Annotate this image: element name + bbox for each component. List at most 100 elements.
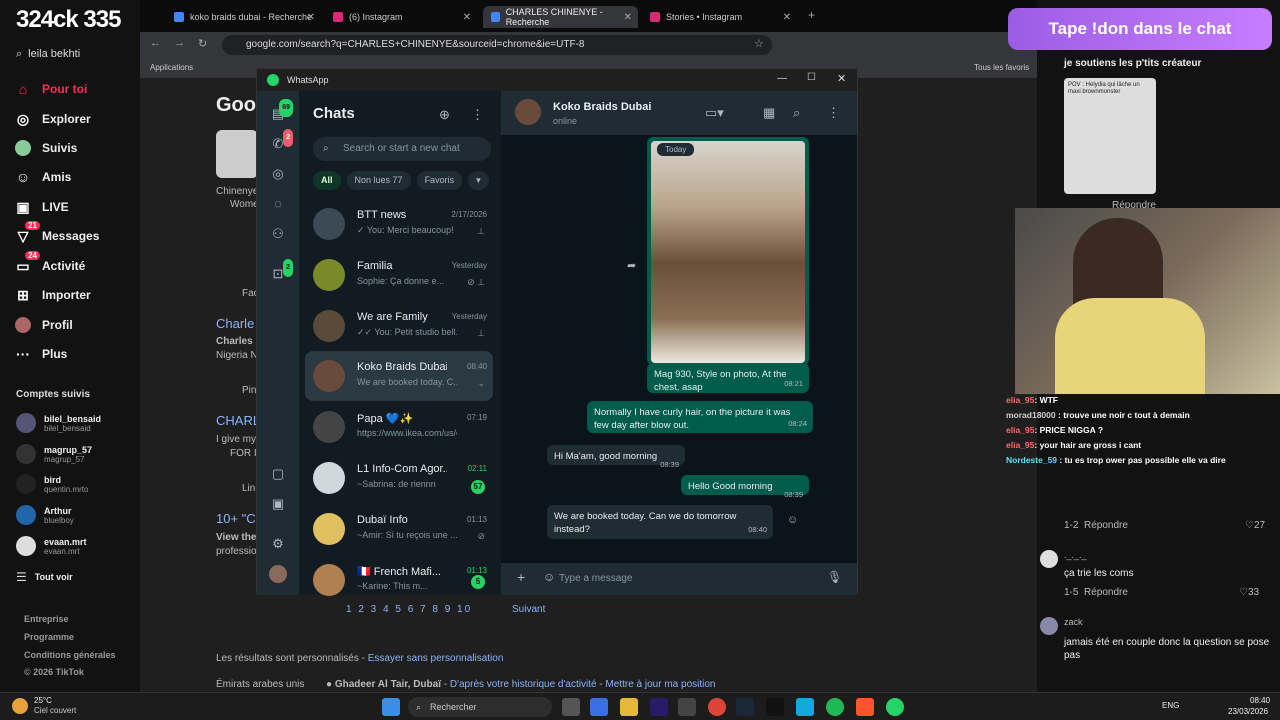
filter-all[interactable]: All: [313, 171, 341, 190]
clock-time[interactable]: 08:40: [1250, 696, 1270, 705]
star-icon[interactable]: ☆: [754, 37, 764, 50]
message-bubble-out[interactable]: Mag 930, Style on photo, At the chest, a…: [647, 363, 809, 393]
filter-unread[interactable]: Non lues 77: [346, 171, 411, 190]
media-icon[interactable]: ▣: [269, 495, 287, 513]
footer-link[interactable]: Programme: [24, 632, 74, 642]
chat-item-selected[interactable]: Koko Braids Dubai We are booked today. C…: [305, 351, 493, 401]
filter-favorites[interactable]: Favoris: [416, 171, 463, 190]
github-icon[interactable]: [678, 698, 696, 716]
settings-icon[interactable]: ⚙: [269, 535, 287, 553]
close-icon[interactable]: ✕: [837, 72, 846, 85]
nav-profil[interactable]: Profil: [14, 316, 138, 334]
photo[interactable]: [651, 141, 805, 363]
tab-stories[interactable]: Stories • Instagram ✕: [642, 6, 797, 28]
emoji-react-icon[interactable]: ☺: [787, 514, 798, 526]
nav-live[interactable]: ▣ LIVE: [14, 198, 138, 216]
weather-desc[interactable]: Ciel couvert: [34, 706, 76, 715]
followed-account[interactable]: bird quentin.mrto: [16, 474, 88, 494]
forward-icon[interactable]: ➦: [627, 259, 636, 272]
chat-item[interactable]: L1 Info-Com Agor... ~Sabrina: de riennn …: [305, 453, 493, 503]
file-explorer-icon[interactable]: [620, 698, 638, 716]
footer-link[interactable]: Entreprise: [24, 614, 69, 624]
chat-item[interactable]: 🇫🇷 French Mafi... ~Karine: This m... 01:…: [305, 555, 493, 605]
followed-account[interactable]: magrup_57 magrup_57: [16, 444, 92, 464]
copilot-icon[interactable]: [590, 698, 608, 716]
message-bubble-in[interactable]: We are booked today. Can we do tomorrow …: [547, 505, 773, 539]
task-view-icon[interactable]: [562, 698, 580, 716]
result-link[interactable]: Charle: [216, 316, 254, 331]
nav-amis[interactable]: ☺ Amis: [14, 168, 138, 186]
forward-icon[interactable]: →: [174, 37, 185, 49]
nav-activite[interactable]: ▭ 24 Activité: [14, 251, 138, 275]
premiere-icon[interactable]: [650, 698, 668, 716]
tab-koko-braids[interactable]: koko braids dubai - Recherche ✕: [166, 6, 321, 28]
tiktok-search[interactable]: ⌕ leila bekhti: [8, 42, 136, 66]
close-icon[interactable]: ✕: [463, 12, 471, 23]
channels-icon[interactable]: ◌: [269, 195, 287, 213]
chrome-icon[interactable]: [708, 698, 726, 716]
nav-suivis[interactable]: Suivis: [14, 139, 138, 157]
language-indicator[interactable]: ENG: [1162, 701, 1179, 710]
chat-item[interactable]: Papa 💙✨ https://www.ikea.com/us/e... 07:…: [305, 402, 493, 452]
page-numbers[interactable]: 1 2 3 4 5 6 7 8 9 10: [346, 604, 472, 615]
mic-icon[interactable]: 🎙: [827, 570, 842, 584]
conversation-header[interactable]: Koko Braids Dubai online ▭▾ ▦ ⌕ ⋮: [501, 91, 857, 135]
start-icon[interactable]: [382, 698, 400, 716]
message-input[interactable]: Type a message: [541, 567, 821, 591]
clock-date[interactable]: 23/03/2026: [1228, 707, 1268, 716]
result-thumbnail[interactable]: [216, 130, 258, 178]
avatar[interactable]: [1040, 550, 1058, 568]
chat-item[interactable]: Familia Sophie: Ça donne e... Yesterday …: [305, 250, 493, 300]
chat-search-input[interactable]: ⌕ Search or start a new chat: [313, 137, 491, 161]
maximize-icon[interactable]: ☐: [807, 72, 816, 83]
profile-avatar[interactable]: [269, 565, 287, 583]
status-icon[interactable]: ◎: [269, 165, 287, 183]
followed-account[interactable]: Arthur bluelboy: [16, 505, 74, 525]
tiktok-icon[interactable]: [766, 698, 784, 716]
address-bar[interactable]: google.com/search?q=CHARLES+CHINENYE&sou…: [222, 35, 772, 55]
menu-icon[interactable]: ⋮: [827, 105, 840, 121]
bookmark-all[interactable]: Tous les favoris: [974, 63, 1029, 72]
chat-item[interactable]: BTT news ✓ You: Merci beaucoup! 2/17/202…: [305, 199, 493, 249]
steam-icon[interactable]: [736, 698, 754, 716]
followed-account[interactable]: evaan.mrt evaan.mrt: [16, 536, 87, 556]
location-note[interactable]: D'après votre historique d'activité: [450, 679, 597, 690]
like-count[interactable]: ♡27: [1245, 520, 1265, 531]
taskbar-search[interactable]: ⌕ Rechercher: [408, 697, 552, 717]
chevron-down-icon[interactable]: ⌄: [477, 378, 485, 389]
menu-icon[interactable]: ⋮: [471, 107, 484, 123]
nav-explorer[interactable]: ◎ Explorer: [14, 110, 138, 128]
close-icon[interactable]: ✕: [783, 12, 791, 23]
reply-button[interactable]: Répondre: [1084, 587, 1128, 598]
result-link[interactable]: 10+ "C: [216, 511, 256, 526]
minimize-icon[interactable]: —: [777, 73, 787, 84]
reply-button[interactable]: Répondre: [1084, 520, 1128, 531]
update-location-link[interactable]: Mettre à jour ma position: [605, 679, 715, 690]
weather-temp[interactable]: 25°C: [34, 696, 52, 705]
bookmark-apps[interactable]: Applications: [150, 63, 193, 72]
followed-account[interactable]: bilel_bensaid bilel_bensaid: [16, 413, 101, 433]
chat-item[interactable]: We are Family ✓✓ You: Petit studio bell.…: [305, 301, 493, 351]
try-without-link[interactable]: Essayer sans personnalisation: [368, 653, 504, 664]
nav-importer[interactable]: ⊞ Importer: [14, 286, 138, 304]
search-icon[interactable]: ⌕: [793, 105, 800, 121]
contact-avatar[interactable]: [515, 99, 541, 125]
attach-icon[interactable]: +: [517, 569, 525, 585]
result-link[interactable]: CHARL: [216, 413, 260, 428]
image-message[interactable]: Today: [647, 137, 809, 365]
chats-icon[interactable]: ▤ 69: [269, 99, 293, 123]
message-bubble-out[interactable]: Hello Good morning 08:39: [681, 475, 809, 499]
next-page-link[interactable]: Suivant: [512, 604, 545, 615]
message-bubble-in[interactable]: Hi Ma'am, good morning 08:39: [547, 445, 685, 469]
like-count[interactable]: ♡33: [1239, 587, 1259, 598]
new-tab-button[interactable]: +: [808, 8, 815, 22]
video-thumbnail[interactable]: POV : Helydia qui lâche un maxi brownmon…: [1064, 78, 1156, 194]
app-icon[interactable]: [796, 698, 814, 716]
filter-dropdown-icon[interactable]: ▾: [468, 171, 489, 190]
shop-icon[interactable]: ▦: [763, 105, 775, 121]
close-icon[interactable]: ✕: [307, 12, 315, 23]
meta-ai-icon[interactable]: ▢: [269, 465, 287, 483]
archive-icon[interactable]: ⊡ 2: [269, 259, 293, 283]
spotify-icon[interactable]: [826, 698, 844, 716]
see-all-following[interactable]: ☰ Tout voir: [16, 570, 73, 584]
